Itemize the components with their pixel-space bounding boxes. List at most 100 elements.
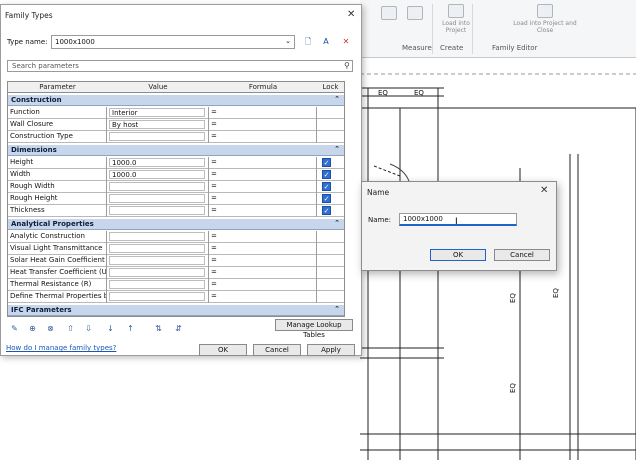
rename-type-icon[interactable]: A (321, 37, 331, 47)
load-icon (448, 4, 464, 18)
type-name-label: Type name: (7, 38, 48, 46)
lock-checkbox[interactable]: ✓ (322, 182, 331, 191)
cancel-button[interactable]: Cancel (253, 344, 301, 356)
param-formula[interactable]: = (209, 231, 317, 243)
lock-checkbox[interactable]: ✓ (322, 170, 331, 179)
param-value (109, 206, 205, 215)
param-formula[interactable]: = (209, 279, 317, 291)
param-value-cell[interactable] (107, 255, 209, 267)
param-value: By host (109, 120, 205, 129)
param-value-cell[interactable] (107, 231, 209, 243)
column-header-value[interactable]: Value (107, 83, 209, 91)
move-up-icon[interactable]: ⇧ (65, 323, 76, 334)
panel-family-editor: Family Editor (492, 44, 538, 52)
param-formula[interactable]: = (209, 205, 317, 217)
lock-checkbox[interactable]: ✓ (322, 206, 331, 215)
close-icon[interactable]: ✕ (347, 9, 355, 20)
column-header-lock[interactable]: Lock (317, 83, 344, 91)
param-name: Rough Width (8, 181, 107, 193)
param-lock (317, 131, 344, 143)
load-into-project-button[interactable]: Load into Project (436, 4, 476, 34)
new-type-icon[interactable]: 🗋 (303, 37, 313, 47)
param-value-cell[interactable] (107, 131, 209, 143)
manage-lookup-tables-button[interactable]: Manage Lookup Tables (275, 319, 353, 339)
table-row: Heat Transfer Coefficient (U) = (8, 267, 344, 279)
param-formula[interactable]: = (209, 193, 317, 205)
search-input[interactable]: Search parameters (7, 60, 353, 72)
type-name-value: 1000x1000 (55, 38, 95, 46)
new-parameter-icon[interactable]: ⊕ (27, 323, 38, 334)
section-analytical-properties[interactable]: Analytical Properties ⌃ (8, 219, 344, 230)
param-name: Thermal Resistance (R) (8, 279, 107, 291)
column-header-formula[interactable]: Formula (209, 83, 317, 91)
param-formula[interactable]: = (209, 267, 317, 279)
grid-header: Parameter Value Formula Lock (8, 82, 344, 93)
sort-az-icon[interactable]: ⇅ (153, 323, 164, 334)
param-value-cell[interactable] (107, 205, 209, 217)
dialog-title: Name (367, 188, 390, 197)
param-formula[interactable]: = (209, 107, 317, 119)
param-value (109, 244, 205, 253)
param-value-cell[interactable] (107, 181, 209, 193)
param-lock: ✓ (317, 205, 344, 217)
param-formula[interactable]: = (209, 243, 317, 255)
section-construction[interactable]: Construction ⌃ (8, 95, 344, 106)
cancel-button[interactable]: Cancel (494, 249, 550, 261)
lock-checkbox[interactable]: ✓ (322, 194, 331, 203)
formula-text: = (211, 182, 217, 190)
param-lock (317, 255, 344, 267)
param-value-cell[interactable] (107, 279, 209, 291)
param-formula[interactable]: = (209, 255, 317, 267)
param-formula[interactable]: = (209, 169, 317, 181)
move-down-icon[interactable]: ⇩ (83, 323, 94, 334)
apply-button[interactable]: Apply (307, 344, 355, 356)
param-value-cell[interactable] (107, 193, 209, 205)
ok-button[interactable]: OK (430, 249, 486, 261)
ribbon-tool-2[interactable] (400, 6, 430, 22)
param-formula[interactable]: = (209, 131, 317, 143)
collapse-icon: ⌃ (334, 95, 340, 103)
sort-ascending-icon[interactable]: ↓ (105, 323, 116, 334)
param-formula[interactable]: = (209, 291, 317, 303)
param-value-cell[interactable] (107, 267, 209, 279)
load-close-icon (537, 4, 553, 18)
delete-parameter-icon[interactable]: ⊗ (45, 323, 56, 334)
sort-za-icon[interactable]: ⇵ (173, 323, 184, 334)
param-value-cell[interactable]: By host (107, 119, 209, 131)
param-value-cell[interactable]: 1000.0 (107, 157, 209, 169)
param-value (109, 256, 205, 265)
lock-checkbox[interactable]: ✓ (322, 158, 331, 167)
help-link[interactable]: How do I manage family types? (6, 344, 116, 352)
formula-text: = (211, 280, 217, 288)
param-value-cell[interactable] (107, 243, 209, 255)
table-row: Rough Width = ✓ (8, 181, 344, 193)
name-input[interactable]: 1000x1000 (399, 213, 517, 226)
table-row: Rough Height = ✓ (8, 193, 344, 205)
table-row: Thermal Resistance (R) = (8, 279, 344, 291)
sort-descending-icon[interactable]: ↑ (125, 323, 136, 334)
param-value-cell[interactable] (107, 291, 209, 303)
param-value-cell[interactable]: Interior (107, 107, 209, 119)
edit-parameter-icon[interactable]: ✎ (9, 323, 20, 334)
param-formula[interactable]: = (209, 119, 317, 131)
dim-label: EQ (509, 383, 517, 393)
param-name: Width (8, 169, 107, 181)
param-value-cell[interactable]: 1000.0 (107, 169, 209, 181)
param-formula[interactable]: = (209, 157, 317, 169)
load-into-project-close-button[interactable]: Load into Project and Close (510, 4, 580, 34)
column-header-parameter[interactable]: Parameter (8, 83, 107, 91)
delete-type-icon[interactable]: ✕ (341, 37, 351, 47)
param-name: Heat Transfer Coefficient (U) (8, 267, 107, 279)
section-dimensions[interactable]: Dimensions ⌃ (8, 145, 344, 156)
param-value (109, 194, 205, 203)
close-icon[interactable]: ✕ (540, 185, 548, 196)
ok-button[interactable]: OK (199, 344, 247, 356)
param-formula[interactable]: = (209, 181, 317, 193)
type-name-select[interactable]: 1000x1000 ⌄ (51, 35, 295, 49)
param-lock (317, 107, 344, 119)
formula-text: = (211, 206, 217, 214)
param-name: Function (8, 107, 107, 119)
param-value (109, 268, 205, 277)
section-ifc-parameters[interactable]: IFC Parameters ⌃ (8, 305, 344, 316)
tool-icon (381, 6, 397, 20)
